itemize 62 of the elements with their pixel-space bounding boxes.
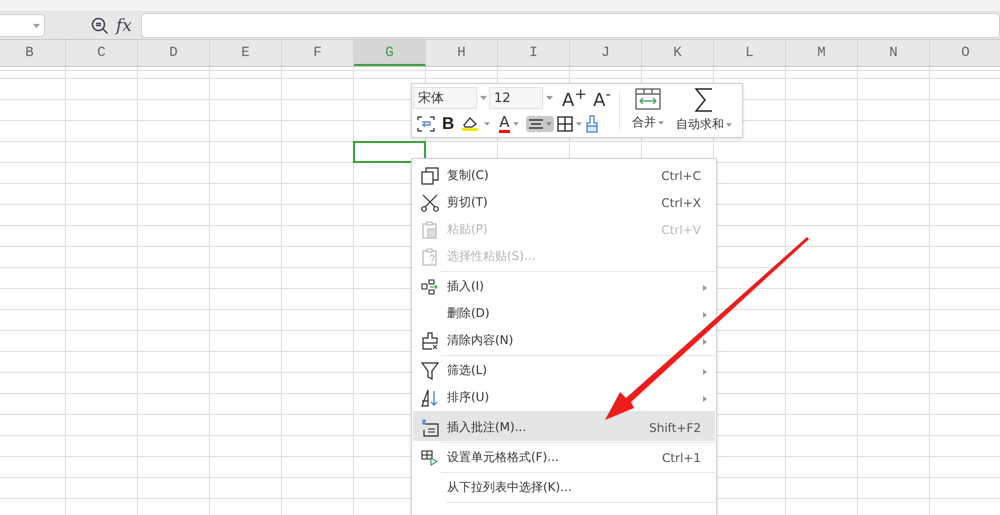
column-header[interactable]: B [0,40,66,66]
merge-icon [635,88,661,110]
caret-icon[interactable] [480,96,487,100]
submenu-arrow-icon [703,284,707,290]
clipboard-icon [422,248,438,266]
menu-item[interactable]: 复制(C) Ctrl+C [413,162,715,189]
function-label[interactable]: fx [116,16,132,36]
caret-icon [658,120,664,124]
size-select[interactable]: 12 [489,87,543,109]
merge-button[interactable]: 合并 [626,86,670,137]
clipboard-icon [422,220,438,238]
sigma-icon [694,88,714,112]
column-header[interactable]: H [426,40,498,66]
font-select[interactable]: 宋体 [413,87,477,109]
caret-icon[interactable] [512,122,519,126]
submenu-arrow-icon [703,338,707,344]
scissors-icon [421,194,439,212]
font-color-button[interactable]: A [499,114,510,132]
column-header[interactable]: N [858,40,930,66]
align-button[interactable] [526,116,554,132]
caret-icon[interactable] [484,122,490,126]
menu-item[interactable]: 剪切(T) Ctrl+X [413,189,715,216]
filter-icon [421,362,439,380]
caret-icon[interactable] [546,96,553,100]
formula-field[interactable] [140,13,1000,38]
menu-item[interactable]: 清除内容(N) [413,327,715,354]
column-header[interactable]: M [786,40,858,66]
column-header[interactable]: L [714,40,786,66]
comment-icon [421,418,439,436]
autosum-button[interactable]: 自动求和 [670,86,738,137]
column-header[interactable]: O [930,40,1000,66]
caret-icon [726,122,732,126]
sort-icon [421,388,439,406]
autosum-label: 自动求和 [676,116,724,133]
bold-button[interactable]: B [438,114,458,134]
menu-item[interactable]: 删除(D) [413,300,715,327]
caret-icon[interactable] [576,122,582,126]
column-header[interactable]: K [642,40,714,66]
menu-item[interactable]: 排序(U) [413,384,715,411]
fit-icon[interactable] [417,116,435,132]
insert-cells-icon [421,278,439,294]
column-header[interactable]: I [498,40,570,66]
column-header[interactable]: J [570,40,642,66]
caret-icon [33,24,40,28]
border-icon[interactable] [556,116,573,132]
grow-font-button[interactable]: A$^{+}$ [562,85,584,111]
format-cells-icon [421,450,439,466]
submenu-arrow-icon [703,312,707,318]
copy-icon [421,166,439,184]
zoom-icon[interactable] [91,16,109,34]
submenu-arrow-icon [703,368,707,374]
align-icon [528,118,544,128]
caret-icon [546,122,552,126]
format-painter-icon[interactable] [584,114,599,132]
eraser-icon [421,332,439,350]
column-header[interactable]: C [66,40,138,66]
column-header[interactable]: D [138,40,210,66]
merge-label: 合并 [632,114,656,131]
shrink-font-button[interactable]: A$^{-}$ [591,85,613,111]
submenu-arrow-icon [703,396,707,402]
menu-item[interactable]: 插入批注(M)... Shift+F2 [413,411,715,441]
column-header[interactable]: E [210,40,282,66]
